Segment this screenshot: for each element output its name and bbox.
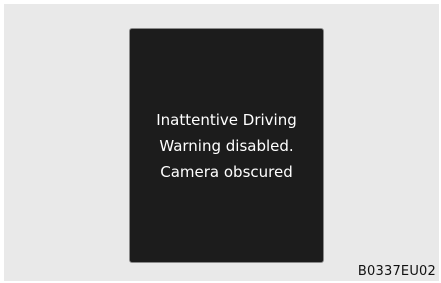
cluster-display-screen: Inattentive Driving Warning disabled. Ca… (129, 28, 324, 263)
warning-message-line-2: Warning disabled. (159, 136, 294, 155)
figure-code-label: B0337EU02 (357, 264, 436, 279)
warning-message-line-1: Inattentive Driving (156, 110, 297, 129)
warning-message-line-3: Camera obscured (160, 162, 293, 181)
background-panel: Inattentive Driving Warning disabled. Ca… (4, 4, 439, 281)
